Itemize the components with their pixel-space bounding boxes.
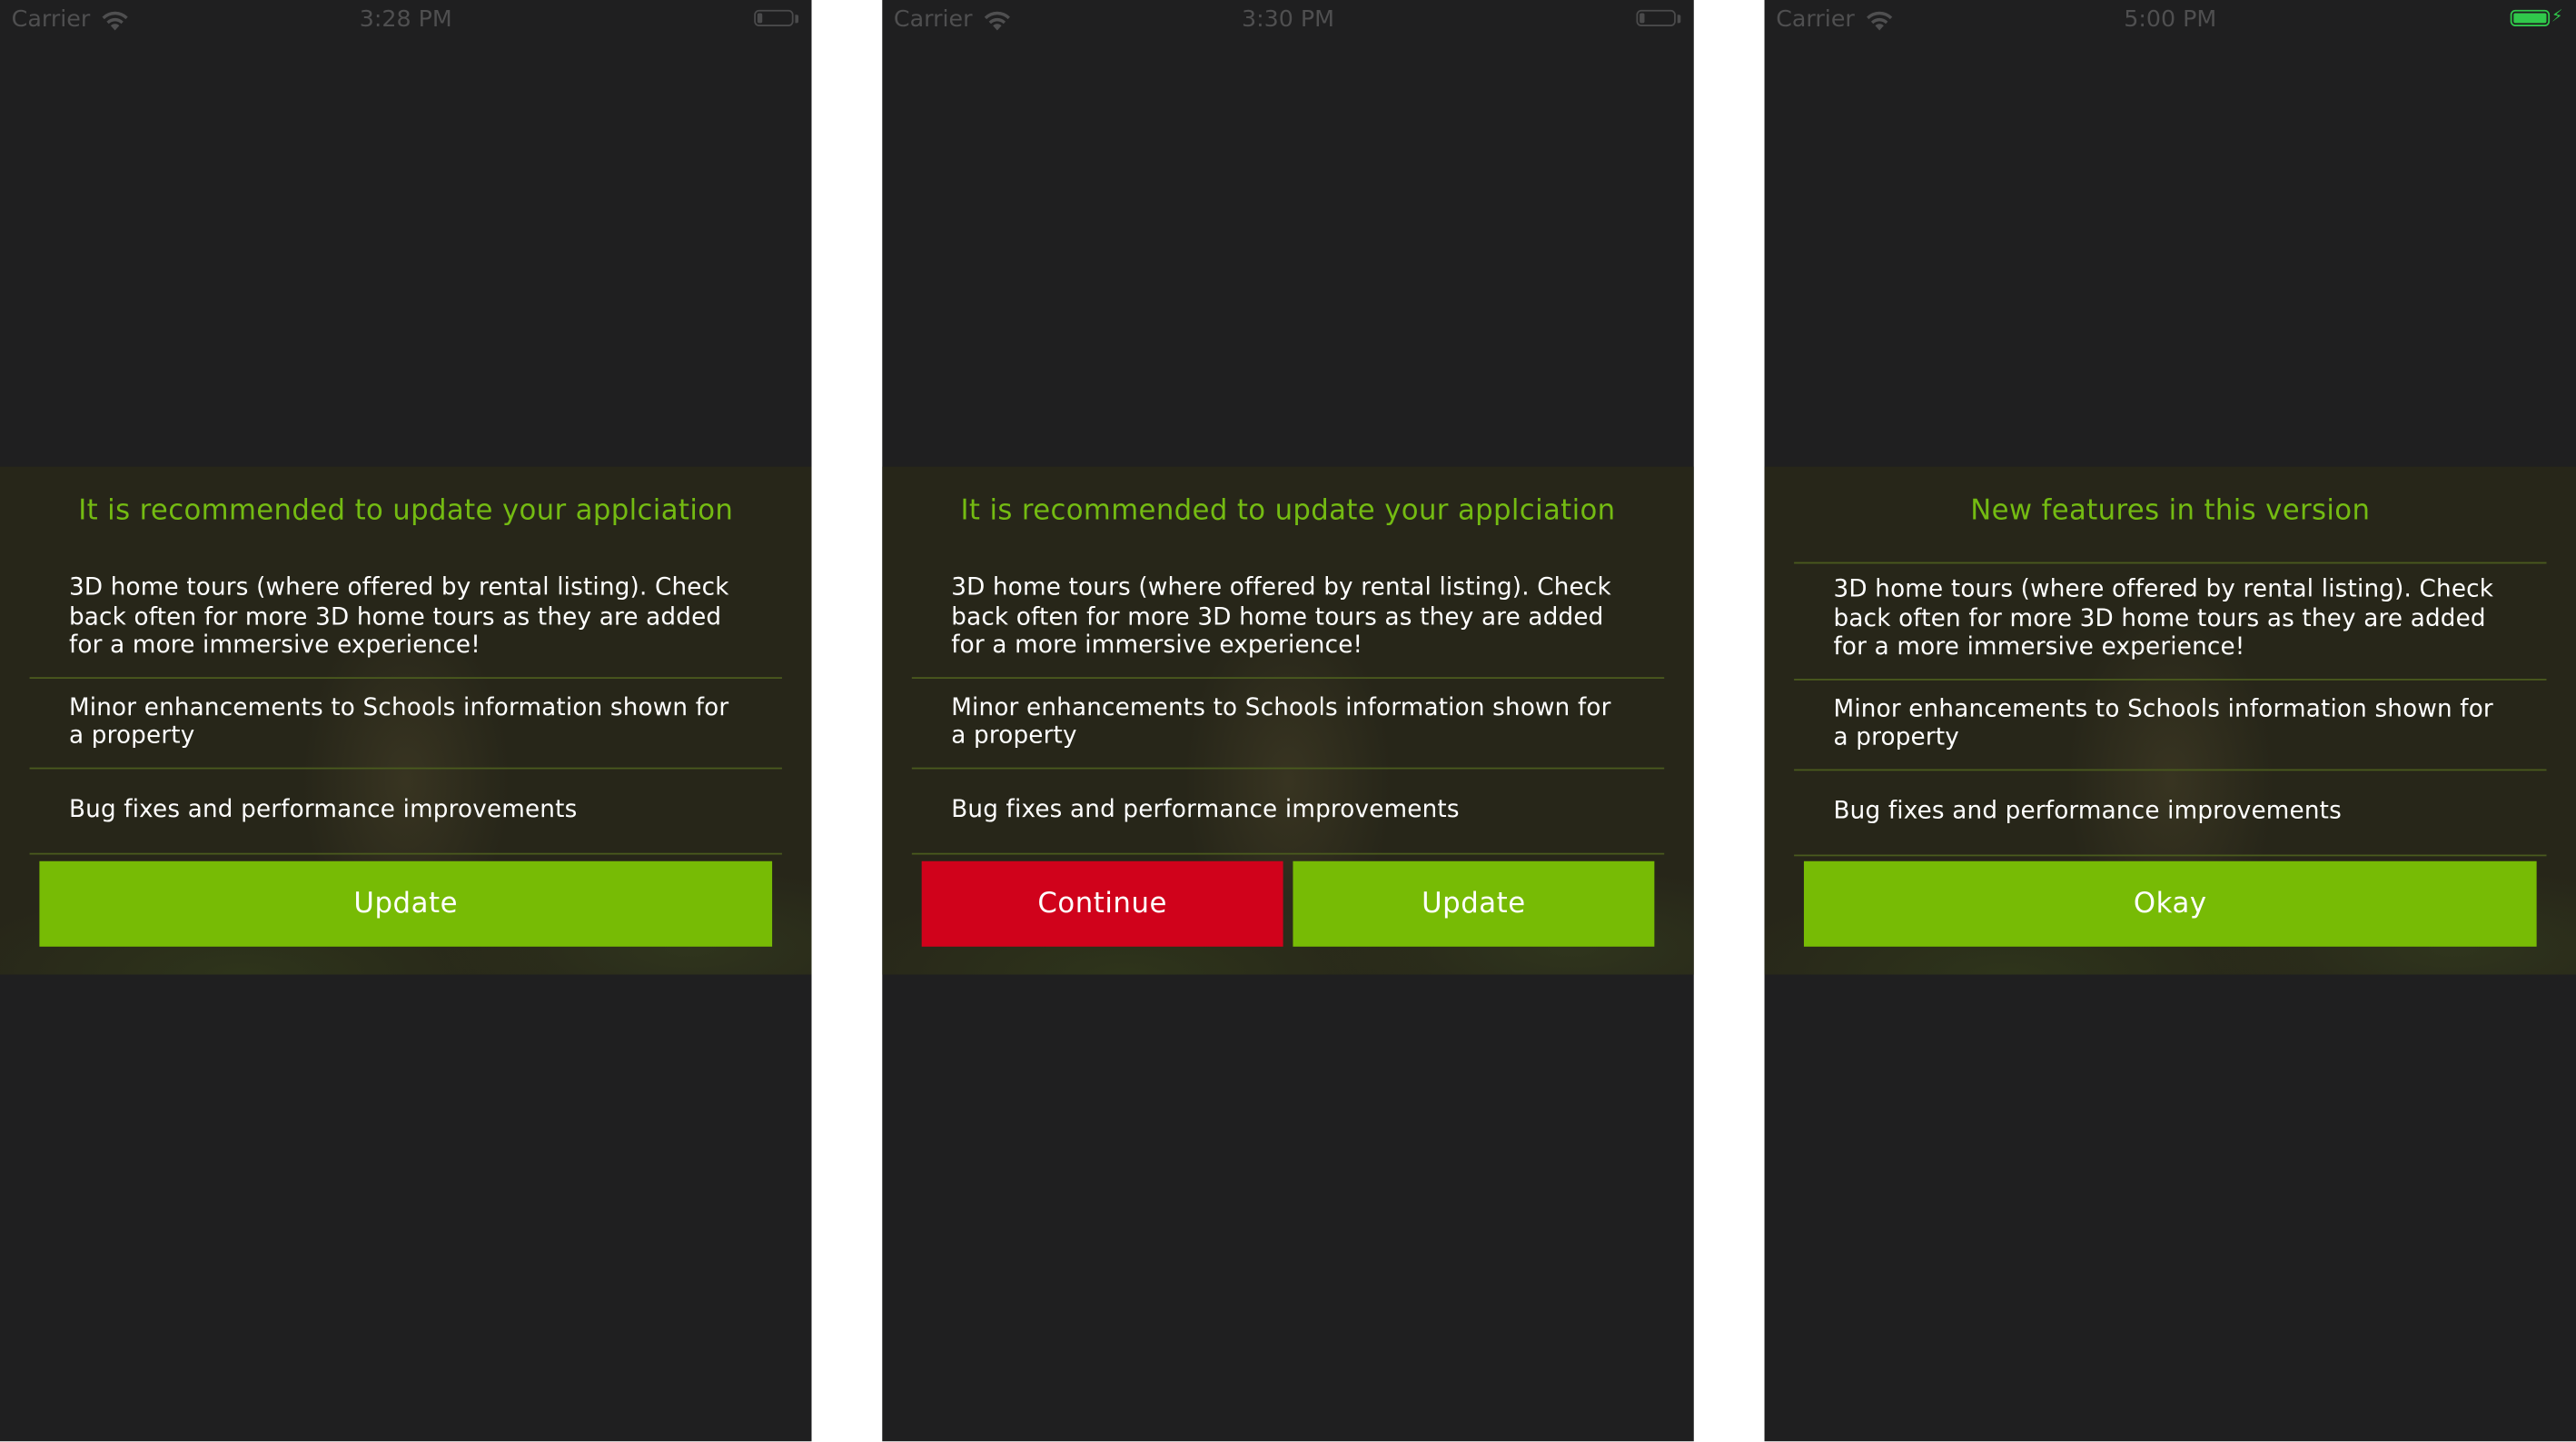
bolt-icon: ⚡ xyxy=(2551,8,2563,26)
battery-body xyxy=(2510,9,2551,26)
status-bar: Carrier 3:30 PM xyxy=(882,0,1693,39)
battery-body xyxy=(1636,9,1676,26)
status-time: 3:28 PM xyxy=(359,6,452,34)
dialog-buttons: Okay xyxy=(1803,860,2537,947)
screenshot-stage: Carrier 3:28 PM It is recommended to upd… xyxy=(0,0,2576,1442)
battery-icon xyxy=(1636,9,1681,26)
status-time: 3:30 PM xyxy=(1241,6,1335,34)
update-button[interactable]: Update xyxy=(39,860,773,947)
battery-cap xyxy=(795,14,799,23)
update-dialog: It is recommended to update your applcia… xyxy=(882,466,1694,975)
status-time: 5:00 PM xyxy=(2124,6,2217,34)
continue-button[interactable]: Continue xyxy=(921,860,1283,947)
dialog-title: It is recommended to update your applcia… xyxy=(960,494,1616,528)
release-note-item: Minor enhancements to Schools informatio… xyxy=(29,678,782,769)
status-bar: Carrier 5:00 PM ⚡ xyxy=(1765,0,2576,39)
release-notes-list: 3D home tours (where offered by rental l… xyxy=(29,562,782,854)
battery-level xyxy=(1640,13,1645,24)
release-note-item: 3D home tours (where offered by rental l… xyxy=(911,562,1665,679)
update-dialog: It is recommended to update your applcia… xyxy=(0,466,812,975)
battery-body xyxy=(754,9,794,26)
battery-level xyxy=(757,13,763,24)
release-notes-list: 3D home tours (where offered by rental l… xyxy=(911,562,1665,854)
phone-screen-2: Carrier 3:30 PM It is recommended to upd… xyxy=(882,0,1694,1442)
release-note-item: Minor enhancements to Schools informatio… xyxy=(1794,680,2547,771)
release-note-item: 3D home tours (where offered by rental l… xyxy=(29,562,782,679)
battery-icon: ⚡ xyxy=(2510,8,2563,26)
okay-button[interactable]: Okay xyxy=(1803,860,2537,947)
battery-level xyxy=(2513,13,2547,24)
dialog-title: It is recommended to update your applcia… xyxy=(78,494,734,528)
dialog-title: New features in this version xyxy=(1970,494,2371,528)
dialog-buttons: Update xyxy=(39,860,773,947)
release-note-item: Bug fixes and performance improvements xyxy=(29,769,782,854)
status-bar: Carrier 3:28 PM xyxy=(0,0,811,39)
battery-cap xyxy=(1677,14,1681,23)
phone-screen-1: Carrier 3:28 PM It is recommended to upd… xyxy=(0,0,812,1442)
phone-screen-3: Carrier 5:00 PM ⚡ New features in this v… xyxy=(1764,0,2576,1442)
battery-icon xyxy=(754,9,799,26)
release-notes-list: 3D home tours (where offered by rental l… xyxy=(1794,562,2547,856)
release-note-item: Minor enhancements to Schools informatio… xyxy=(911,678,1665,769)
update-dialog: New features in this version 3D home tou… xyxy=(1764,466,2576,975)
update-button[interactable]: Update xyxy=(1293,860,1655,947)
release-note-item: Bug fixes and performance improvements xyxy=(1794,770,2547,856)
release-note-item: Bug fixes and performance improvements xyxy=(911,769,1665,854)
release-note-item: 3D home tours (where offered by rental l… xyxy=(1794,562,2547,680)
dialog-buttons: Continue Update xyxy=(921,860,1655,947)
